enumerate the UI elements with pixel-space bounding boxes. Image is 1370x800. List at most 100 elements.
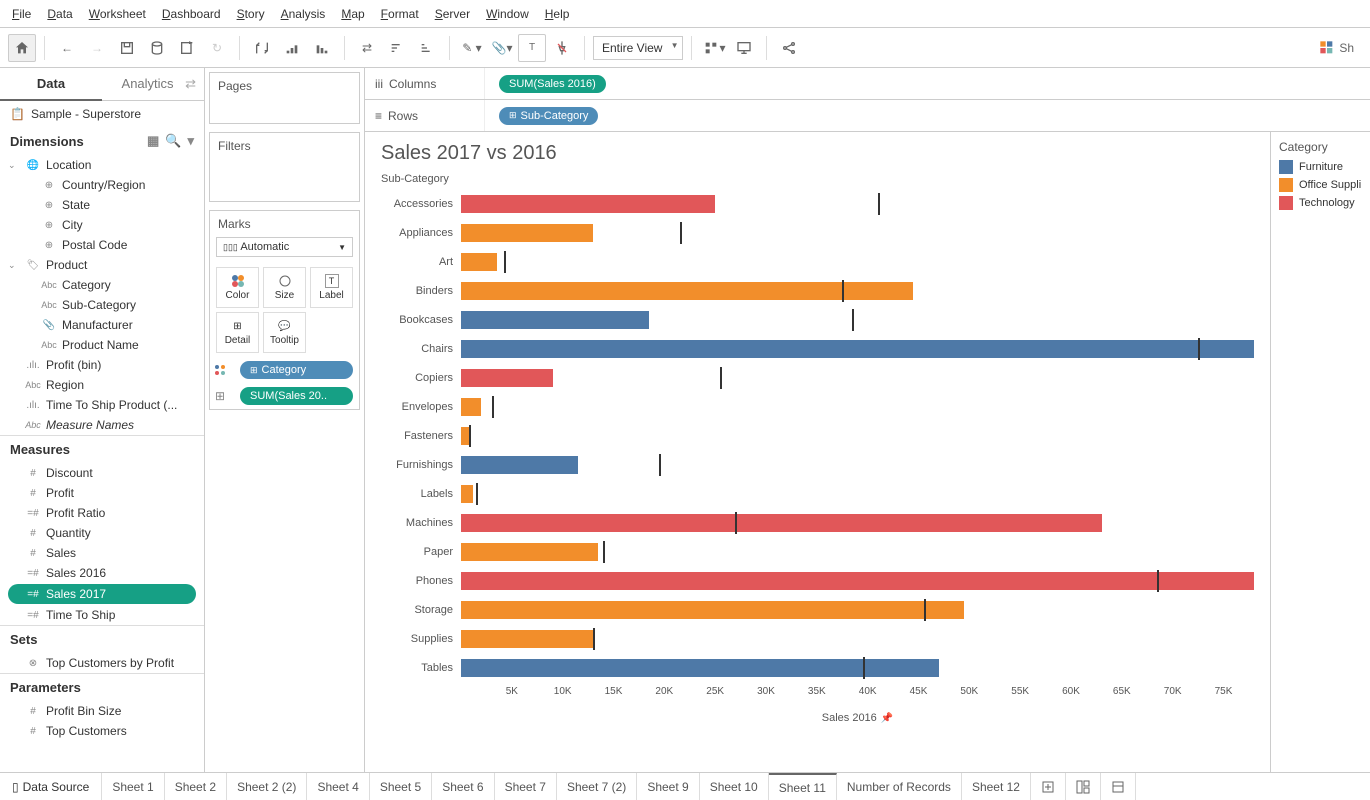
swap-button[interactable]: [248, 34, 276, 62]
menu-map[interactable]: Map: [341, 7, 364, 21]
bar[interactable]: [461, 572, 1254, 590]
sheet-tab[interactable]: Sheet 7 (2): [557, 773, 637, 800]
reference-mark[interactable]: [735, 512, 737, 534]
menu-data[interactable]: Data: [47, 7, 72, 21]
dim-city[interactable]: ⊕City: [0, 215, 204, 235]
dim-profit-bin[interactable]: .ılı.Profit (bin): [0, 355, 204, 375]
meas-quantity[interactable]: #Quantity: [0, 523, 204, 543]
new-datasource-button[interactable]: [143, 34, 171, 62]
pill-category[interactable]: ⊞Category: [240, 361, 353, 379]
show-me-button[interactable]: Sh: [1311, 40, 1362, 56]
meas-sales-2016[interactable]: =#Sales 2016: [0, 563, 204, 583]
sheet-tab[interactable]: Sheet 12: [962, 773, 1031, 800]
reference-mark[interactable]: [492, 396, 494, 418]
reference-mark[interactable]: [1157, 570, 1159, 592]
menu-format[interactable]: Format: [381, 7, 419, 21]
meas-discount[interactable]: #Discount: [0, 463, 204, 483]
reference-mark[interactable]: [878, 193, 880, 215]
bar[interactable]: [461, 340, 1254, 358]
dim-postal[interactable]: ⊕Postal Code: [0, 235, 204, 255]
pin-icon[interactable]: 📌: [881, 713, 893, 724]
menu-worksheet[interactable]: Worksheet: [89, 7, 146, 21]
sheet-tab[interactable]: Number of Records: [837, 773, 962, 800]
menu-server[interactable]: Server: [435, 7, 470, 21]
dim-manufacturer[interactable]: 📎Manufacturer: [0, 315, 204, 335]
sheet-tab[interactable]: Sheet 1: [102, 773, 164, 800]
bar[interactable]: [461, 398, 481, 416]
menu-dashboard[interactable]: Dashboard: [162, 7, 221, 21]
forward-button[interactable]: →: [83, 34, 111, 62]
reference-mark[interactable]: [852, 309, 854, 331]
new-story-button[interactable]: [1101, 773, 1136, 800]
dim-location[interactable]: ⌄🌐Location: [0, 155, 204, 175]
mark-detail[interactable]: ⊞Detail: [216, 312, 259, 353]
legend-item[interactable]: Technology: [1279, 196, 1362, 210]
filters-card[interactable]: Filters: [209, 132, 360, 202]
bar[interactable]: [461, 195, 715, 213]
meas-profit-ratio[interactable]: =#Profit Ratio: [0, 503, 204, 523]
columns-shelf[interactable]: iiiColumns SUM(Sales 2016): [365, 68, 1370, 100]
bar[interactable]: [461, 224, 593, 242]
col-pill[interactable]: SUM(Sales 2016): [499, 75, 606, 93]
menu-icon[interactable]: ▾: [187, 133, 194, 149]
back-button[interactable]: ←: [53, 34, 81, 62]
sheet-tab[interactable]: Sheet 4: [307, 773, 369, 800]
meas-sales[interactable]: #Sales: [0, 543, 204, 563]
reference-mark[interactable]: [680, 222, 682, 244]
mark-tooltip[interactable]: 💬Tooltip: [263, 312, 306, 353]
tab-analytics[interactable]: Analytics ⇄: [102, 68, 204, 101]
sheet-tab[interactable]: Sheet 6: [432, 773, 494, 800]
share-icon-button[interactable]: [775, 34, 803, 62]
menu-help[interactable]: Help: [545, 7, 570, 21]
text-button[interactable]: T: [518, 34, 546, 62]
param-profit-bin[interactable]: #Profit Bin Size: [0, 701, 204, 721]
bar[interactable]: [461, 630, 593, 648]
dim-region[interactable]: AbcRegion: [0, 375, 204, 395]
dim-subcategory[interactable]: AbcSub-Category: [0, 295, 204, 315]
reference-mark[interactable]: [504, 251, 506, 273]
search-icon[interactable]: 🔍: [165, 133, 181, 149]
reference-mark[interactable]: [1198, 338, 1200, 360]
mark-size[interactable]: Size: [263, 267, 306, 308]
bar[interactable]: [461, 369, 553, 387]
bar[interactable]: [461, 543, 598, 561]
reference-mark[interactable]: [863, 657, 865, 679]
bar[interactable]: [461, 253, 497, 271]
bar[interactable]: [461, 427, 469, 445]
reference-mark[interactable]: [924, 599, 926, 621]
reference-mark[interactable]: [469, 425, 471, 447]
view-mode-select[interactable]: Entire View: [593, 36, 683, 60]
sort-button-2[interactable]: [413, 34, 441, 62]
sort-asc-button[interactable]: [278, 34, 306, 62]
new-sheet-button[interactable]: [1031, 773, 1066, 800]
dim-product[interactable]: ⌄🏷Product: [0, 255, 204, 275]
attach-button[interactable]: 📎▾: [488, 34, 516, 62]
bar[interactable]: [461, 485, 473, 503]
mark-label[interactable]: TLabel: [310, 267, 353, 308]
refresh-button[interactable]: ↻: [203, 34, 231, 62]
sort-desc-button[interactable]: [308, 34, 336, 62]
reference-mark[interactable]: [720, 367, 722, 389]
dim-state[interactable]: ⊕State: [0, 195, 204, 215]
view-icon[interactable]: ▦: [147, 133, 159, 149]
reference-mark[interactable]: [593, 628, 595, 650]
reference-mark[interactable]: [603, 541, 605, 563]
sheet-tab[interactable]: Sheet 2: [165, 773, 227, 800]
tab-data-source[interactable]: ▯Data Source: [0, 773, 102, 800]
menu-story[interactable]: Story: [237, 7, 265, 21]
dim-time-to-ship[interactable]: .ılı.Time To Ship Product (...: [0, 395, 204, 415]
reference-mark[interactable]: [842, 280, 844, 302]
sheet-tab[interactable]: Sheet 2 (2): [227, 773, 307, 800]
pages-card[interactable]: Pages: [209, 72, 360, 124]
dim-product-name[interactable]: AbcProduct Name: [0, 335, 204, 355]
new-worksheet-button[interactable]: [173, 34, 201, 62]
pill-sum-sales[interactable]: SUM(Sales 20..: [240, 387, 353, 405]
save-button[interactable]: [113, 34, 141, 62]
sheet-tab[interactable]: Sheet 11: [769, 773, 837, 800]
new-dashboard-button[interactable]: [1066, 773, 1101, 800]
tab-data[interactable]: Data: [0, 68, 102, 101]
rows-shelf[interactable]: ≡Rows ⊞Sub-Category: [365, 100, 1370, 132]
presentation-button[interactable]: [730, 34, 758, 62]
mark-color[interactable]: Color: [216, 267, 259, 308]
bar[interactable]: [461, 311, 649, 329]
